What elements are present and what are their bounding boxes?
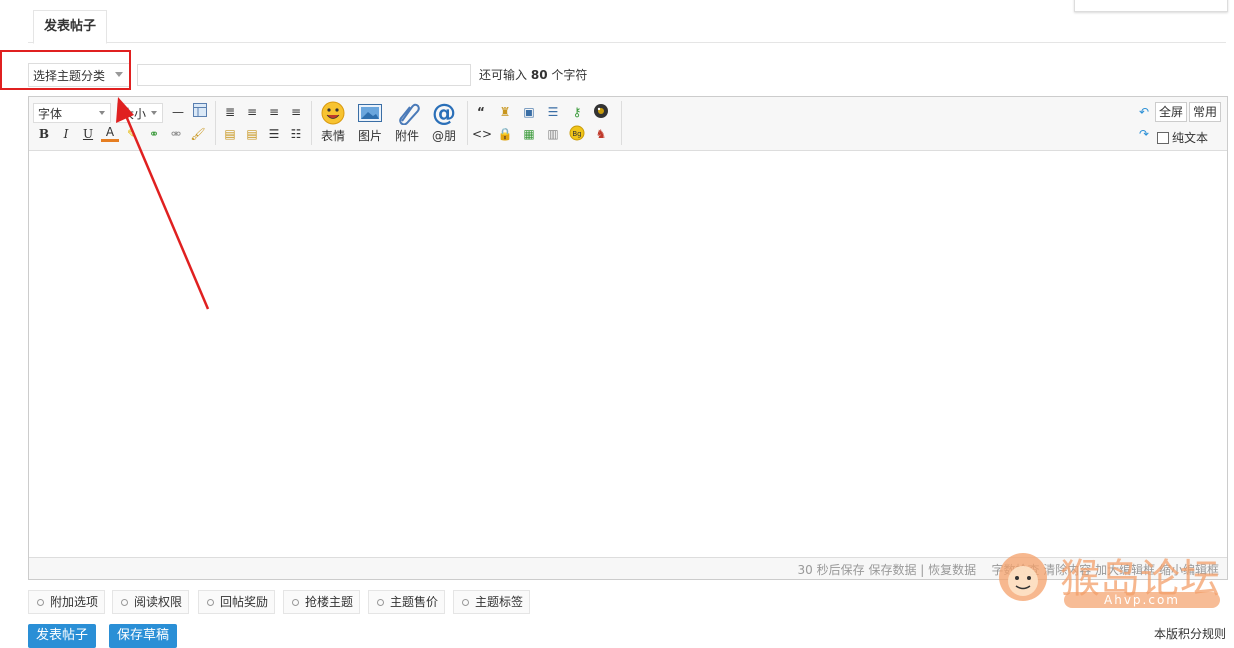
toolbar-divider (621, 101, 622, 145)
common-button[interactable]: 常用 (1189, 102, 1222, 122)
font-select[interactable]: 字体 (33, 103, 111, 123)
option-tags[interactable]: 主题标签 (453, 590, 531, 614)
redo-icon[interactable]: ↷ (1135, 125, 1153, 143)
option-extra[interactable]: 附加选项 (28, 590, 106, 614)
page-break-icon[interactable]: ▣ (520, 103, 538, 121)
font-select-label: 字体 (38, 107, 63, 121)
option-price[interactable]: 主题售价 (368, 590, 446, 614)
option-label: 回帖奖励 (220, 595, 269, 609)
tab-post[interactable]: 发表帖子 (33, 10, 108, 44)
status-divider: | (920, 563, 925, 577)
subject-input[interactable] (137, 64, 471, 86)
remain-count: 80 (530, 68, 548, 82)
align-left-icon[interactable]: ≡ (243, 103, 261, 121)
insert-image-icon[interactable]: ▦ (520, 125, 538, 143)
option-label: 附加选项 (50, 595, 99, 609)
quote-button[interactable]: “ (472, 103, 490, 121)
option-read-permission[interactable]: 阅读权限 (112, 590, 190, 614)
annotation-highlight-box (0, 50, 131, 90)
bold-button[interactable]: B (35, 125, 53, 143)
autosave-countdown: 30 秒后保存 (797, 563, 865, 577)
bullet-icon (292, 599, 299, 606)
emoticon-label: 表情 (320, 129, 345, 143)
remaining-chars-text: 还可输入 80 个字符 (479, 66, 587, 83)
image-label: 图片 (357, 129, 382, 143)
option-label: 抢楼主题 (305, 595, 354, 609)
option-rush-floor[interactable]: 抢楼主题 (283, 590, 361, 614)
monkey-logo-icon (999, 553, 1047, 601)
align-justify-icon[interactable]: ≣ (221, 103, 239, 121)
ordered-list-icon[interactable]: ☰ (265, 125, 283, 143)
save-draft-button[interactable]: 保存草稿 (109, 624, 178, 648)
remain-prefix: 还可输入 (479, 68, 528, 82)
at-label: @朋 (431, 129, 456, 143)
option-reply-reward[interactable]: 回帖奖励 (198, 590, 276, 614)
background-color-icon[interactable]: Bg (568, 125, 586, 143)
paperclip-icon (399, 103, 420, 125)
credit-rules-link[interactable]: 本版积分规则 (1154, 625, 1226, 642)
bullet-icon (121, 599, 128, 606)
image-icon (358, 104, 382, 122)
top-right-dropdown (1074, 0, 1228, 12)
toolbar-divider (311, 101, 312, 145)
fullscreen-button[interactable]: 全屏 (1155, 102, 1188, 122)
undo-icon[interactable]: ↶ (1135, 103, 1153, 121)
at-friend-button[interactable]: @ @朋 (427, 101, 461, 144)
bullet-icon (462, 599, 469, 606)
emoticon-button[interactable]: 表情 (316, 101, 350, 144)
submit-post-button[interactable]: 发表帖子 (28, 624, 97, 648)
attachment-label: 附件 (394, 129, 419, 143)
save-data-link[interactable]: 保存数据 (868, 563, 916, 577)
annotation-arrow (116, 97, 210, 310)
bullet-icon (37, 599, 44, 606)
underline-button[interactable]: U (79, 125, 97, 143)
float-right-icon[interactable]: ▤ (243, 125, 261, 143)
watermark-url: Ahvp.com (1064, 592, 1220, 608)
plaintext-checkbox[interactable] (1157, 132, 1169, 144)
option-label: 主题售价 (390, 595, 439, 609)
password-key-icon[interactable]: ⚷ (568, 103, 586, 121)
bullet-icon (377, 599, 384, 606)
index-list-icon[interactable]: ☰ (544, 103, 562, 121)
option-label: 阅读权限 (134, 595, 183, 609)
qq-penguin-icon[interactable]: ♞ (592, 125, 610, 143)
tab-bar (28, 0, 1226, 43)
align-right-icon[interactable]: ≡ (287, 103, 305, 121)
media-disc-icon[interactable] (592, 103, 610, 121)
image-button[interactable]: 图片 (353, 101, 387, 144)
restore-data-link[interactable]: 恢复数据 (928, 563, 976, 577)
plaintext-label: 纯文本 (1172, 131, 1209, 145)
italic-button[interactable]: I (57, 125, 75, 143)
code-button[interactable]: <> (472, 125, 492, 143)
toolbar-divider (467, 101, 468, 145)
attachment-button[interactable]: 附件 (390, 101, 424, 144)
smiley-icon (321, 101, 345, 125)
float-left-icon[interactable]: ▤ (221, 125, 239, 143)
columns-icon[interactable]: ▥ (544, 125, 562, 143)
hide-content-lock-icon[interactable]: 🔒 (496, 125, 514, 143)
chevron-down-icon (99, 111, 105, 115)
align-center-icon[interactable]: ≡ (265, 103, 283, 121)
bullet-icon (207, 599, 214, 606)
option-label: 主题标签 (475, 595, 524, 609)
at-icon: @ (432, 99, 456, 127)
unordered-list-icon[interactable]: ☷ (287, 125, 305, 143)
remain-suffix: 个字符 (551, 68, 588, 82)
free-content-icon[interactable]: ♜ (496, 103, 514, 121)
svg-text:Bg: Bg (572, 130, 581, 138)
